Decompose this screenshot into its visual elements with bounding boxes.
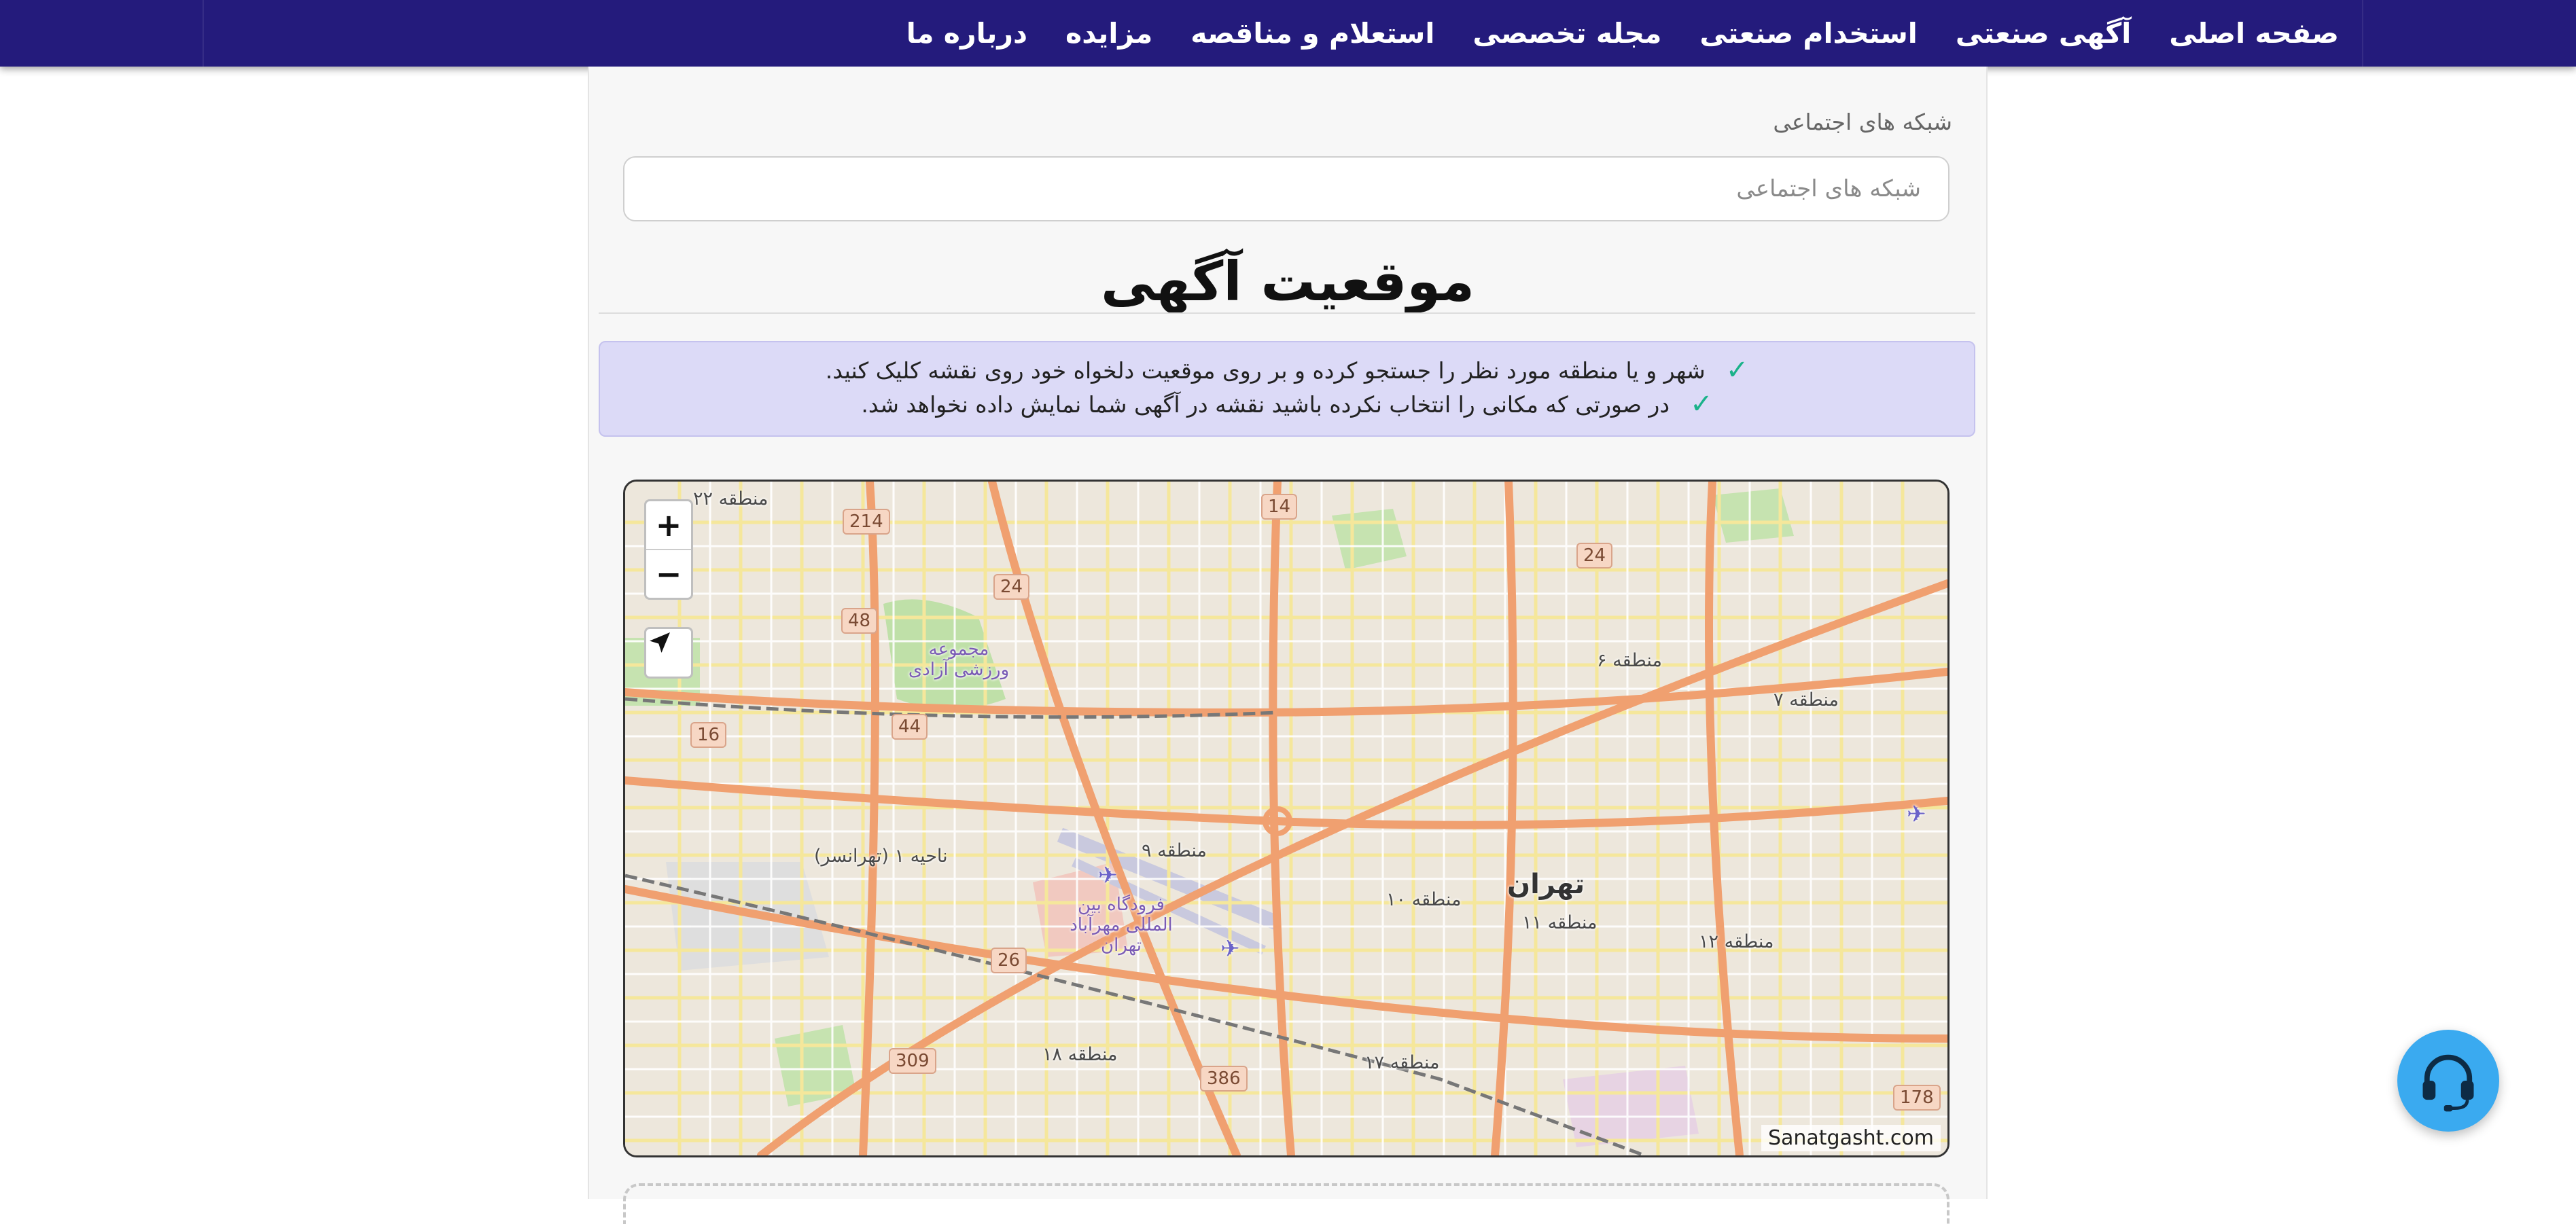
map-city-label: تهران	[1507, 869, 1585, 900]
nav-item-tenders[interactable]: استعلام و مناقصه	[1190, 17, 1434, 50]
social-networks-label: شبکه های اجتماعی	[1773, 109, 1952, 135]
nav-item-industrial-ads[interactable]: آگهی صنعتی	[1956, 17, 2131, 50]
road-shield: 26	[991, 948, 1027, 973]
nav-container: صفحه اصلی آگهی صنعتی استخدام صنعتی مجله …	[202, 0, 2363, 67]
road-shield: 16	[690, 722, 727, 748]
zoom-out-button[interactable]: −	[646, 549, 691, 598]
nav-item-home[interactable]: صفحه اصلی	[2169, 17, 2339, 50]
map-district-label: منطقه ۹	[1142, 840, 1207, 861]
nav-item-about[interactable]: درباره ما	[906, 17, 1027, 50]
nav-item-auction[interactable]: مزایده	[1065, 17, 1152, 50]
form-column: شبکه های اجتماعی موقعیت آگهی ✓ شهر و یا …	[588, 67, 1988, 1224]
nav-item-magazine[interactable]: مجله تخصصی	[1472, 17, 1661, 50]
map-district-label: منطقه ۶	[1597, 650, 1662, 671]
map-district-label: منطقه ۱۸	[1042, 1044, 1118, 1065]
map-district-label: منطقه ۱۷	[1364, 1052, 1440, 1073]
headset-icon	[2422, 1054, 2474, 1112]
notice-item: ✓ در صورتی که مکانی را انتخاب نکرده باشی…	[600, 387, 1974, 421]
title-divider	[599, 312, 1975, 314]
location-map[interactable]: منطقه ۲۲ منطقه ۶ منطقه ۷ ناحیه ۱ (تهرانس…	[623, 480, 1949, 1157]
map-district-label: منطقه ۱۲	[1699, 931, 1774, 952]
notice-item: ✓ شهر و یا منطقه مورد نظر را جستجو کرده …	[600, 353, 1974, 387]
road-shield: 214	[843, 509, 890, 535]
map-district-label: منطقه ۷	[1774, 689, 1839, 710]
road-shield: 24	[993, 574, 1030, 600]
map-district-label: منطقه ۱۰	[1386, 889, 1462, 910]
zoom-in-button[interactable]: +	[646, 501, 691, 549]
road-shield: 24	[1576, 543, 1613, 569]
road-shield: 309	[889, 1048, 936, 1074]
zoom-control: + −	[644, 499, 693, 600]
road-shield: 386	[1200, 1066, 1248, 1092]
road-shield: 44	[892, 714, 928, 740]
road-shield: 48	[841, 608, 878, 634]
upload-dropzone[interactable]	[623, 1183, 1949, 1224]
airport-icon: ✈	[1907, 801, 1926, 828]
road-shield: 14	[1261, 494, 1298, 520]
top-navbar: صفحه اصلی آگهی صنعتی استخدام صنعتی مجله …	[0, 0, 2576, 67]
locate-me-button[interactable]	[646, 629, 691, 677]
support-chat-button[interactable]	[2397, 1030, 2499, 1132]
location-section-title: موقعیت آگهی	[1100, 250, 1475, 313]
airport-icon: ✈	[1098, 862, 1118, 889]
social-networks-input[interactable]	[623, 156, 1949, 221]
map-tiles	[625, 482, 1947, 1155]
map-district-label: ناحیه ۱ (تهرانسر)	[814, 846, 948, 867]
map-attribution[interactable]: Sanatgasht.com	[1761, 1125, 1941, 1151]
locate-control	[644, 627, 693, 679]
map-poi-label: مجموعه ورزشی آزادی	[908, 639, 1010, 680]
map-poi-label: فرودگاه بین المللی مهرآباد تهران	[1070, 895, 1173, 956]
location-notice-box: ✓ شهر و یا منطقه مورد نظر را جستجو کرده …	[599, 341, 1975, 437]
map-district-label: منطقه ۲۲	[693, 488, 769, 509]
map-district-label: منطقه ۱۱	[1522, 912, 1598, 933]
locate-arrow-icon	[650, 632, 670, 653]
check-icon: ✓	[1690, 389, 1713, 420]
notice-text: شهر و یا منطقه مورد نظر را جستجو کرده و …	[825, 357, 1706, 384]
check-icon: ✓	[1725, 355, 1749, 386]
nav-item-industrial-jobs[interactable]: استخدام صنعتی	[1699, 17, 1917, 50]
airport-icon: ✈	[1220, 935, 1240, 962]
road-shield: 178	[1893, 1085, 1941, 1111]
notice-text: در صورتی که مکانی را انتخاب نکرده باشید …	[861, 391, 1670, 418]
